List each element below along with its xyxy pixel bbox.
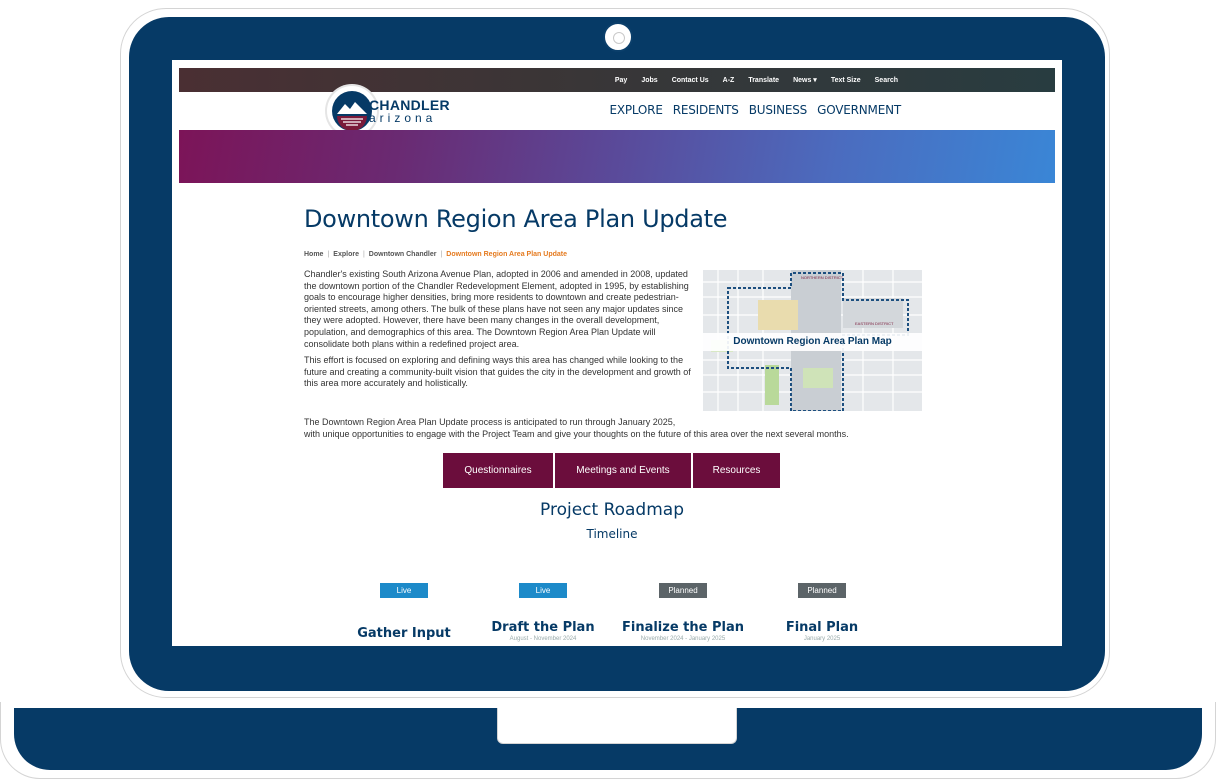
meetings-events-button[interactable]: Meetings and Events bbox=[555, 453, 691, 488]
breadcrumb-explore[interactable]: Explore bbox=[333, 251, 359, 258]
phase-draft-the-plan[interactable]: Live Draft the Plan August - November 20… bbox=[473, 580, 613, 642]
utility-link-search[interactable]: Search bbox=[875, 77, 898, 84]
resources-button[interactable]: Resources bbox=[693, 453, 780, 488]
phase-name: Gather Input bbox=[357, 626, 451, 641]
breadcrumb-separator: | bbox=[440, 251, 443, 258]
nav-residents[interactable]: RESIDENTS bbox=[673, 103, 739, 117]
phase-dates: November 2024 - January 2025 bbox=[640, 636, 726, 642]
roadmap-title: Project Roadmap bbox=[540, 500, 684, 520]
nav-explore[interactable]: EXPLORE bbox=[609, 103, 662, 117]
page-title: Downtown Region Area Plan Update bbox=[304, 205, 728, 233]
breadcrumb-current: Downtown Region Area Plan Update bbox=[446, 251, 567, 258]
utility-link-text-size[interactable]: Text Size bbox=[831, 77, 861, 84]
camera-icon bbox=[603, 22, 633, 52]
map-caption: Downtown Region Area Plan Map bbox=[703, 333, 922, 351]
phase-name: Final Plan bbox=[785, 620, 859, 635]
plan-map-image[interactable]: NORTHERN DISTRICT EASTERN DISTRICT Downt… bbox=[703, 270, 922, 411]
breadcrumb-separator: | bbox=[327, 251, 330, 258]
utility-nav: Pay Jobs Contact Us A-Z Translate News ▾… bbox=[179, 68, 1055, 92]
breadcrumb: Home | Explore | Downtown Chandler | Dow… bbox=[304, 251, 567, 258]
phase-name: Finalize the Plan bbox=[621, 620, 744, 635]
nav-business[interactable]: BUSINESS bbox=[749, 103, 808, 117]
intro-paragraph-1: Chandler's existing South Arizona Avenue… bbox=[304, 269, 689, 349]
status-badge: Live bbox=[380, 583, 428, 598]
utility-link-translate[interactable]: Translate bbox=[748, 77, 779, 84]
phase-finalize-the-plan[interactable]: Planned Finalize the Plan November 2024 … bbox=[613, 580, 753, 642]
utility-link-contact[interactable]: Contact Us bbox=[672, 77, 709, 84]
screen: Pay Jobs Contact Us A-Z Translate News ▾… bbox=[172, 60, 1062, 646]
map-label-northern: NORTHERN DISTRICT bbox=[801, 275, 844, 280]
phase-dates: August - November 2024 bbox=[509, 636, 577, 642]
site-header: CHANDLER arizona EXPLORE RESIDENTS BUSIN… bbox=[179, 86, 1055, 136]
resource-button-row: Questionnaires Meetings and Events Resou… bbox=[443, 453, 780, 488]
questionnaires-button[interactable]: Questionnaires bbox=[443, 453, 553, 488]
status-badge: Live bbox=[519, 583, 567, 598]
logo-line-2: arizona bbox=[369, 111, 437, 125]
intro-paragraph-3: The Downtown Region Area Plan Update pro… bbox=[304, 417, 904, 440]
intro-paragraph-3-line-1: The Downtown Region Area Plan Update pro… bbox=[304, 417, 676, 427]
status-badge: Planned bbox=[659, 583, 707, 598]
laptop-hinge-notch bbox=[497, 708, 737, 744]
map-label-eastern: EASTERN DISTRICT bbox=[855, 321, 894, 326]
breadcrumb-home[interactable]: Home bbox=[304, 251, 323, 258]
utility-link-pay[interactable]: Pay bbox=[615, 77, 627, 84]
logo-line-1: CHANDLER bbox=[369, 97, 450, 113]
roadmap-subtitle: Timeline bbox=[586, 527, 638, 541]
phase-dates: January 2025 bbox=[803, 636, 841, 642]
phase-gather-input[interactable]: Live Gather Input bbox=[334, 580, 474, 641]
breadcrumb-separator: | bbox=[362, 251, 365, 258]
utility-link-jobs[interactable]: Jobs bbox=[641, 77, 657, 84]
intro-paragraph-3-line-2: with unique opportunities to engage with… bbox=[304, 428, 849, 439]
intro-text: Chandler's existing South Arizona Avenue… bbox=[304, 269, 696, 395]
intro-paragraph-2: This effort is focused on exploring and … bbox=[304, 355, 691, 389]
hero-banner bbox=[179, 130, 1055, 183]
utility-link-a-z[interactable]: A-Z bbox=[723, 77, 735, 84]
logo-wordmark[interactable]: CHANDLER arizona bbox=[369, 98, 450, 124]
status-badge: Planned bbox=[798, 583, 846, 598]
phase-final-plan[interactable]: Planned Final Plan January 2025 bbox=[752, 580, 892, 642]
nav-government[interactable]: GOVERNMENT bbox=[817, 103, 901, 117]
breadcrumb-downtown-chandler[interactable]: Downtown Chandler bbox=[369, 251, 437, 258]
phase-name: Draft the Plan bbox=[491, 620, 595, 635]
main-nav: EXPLORE RESIDENTS BUSINESS GOVERNMENT bbox=[609, 103, 901, 117]
utility-link-news[interactable]: News ▾ bbox=[793, 76, 817, 84]
